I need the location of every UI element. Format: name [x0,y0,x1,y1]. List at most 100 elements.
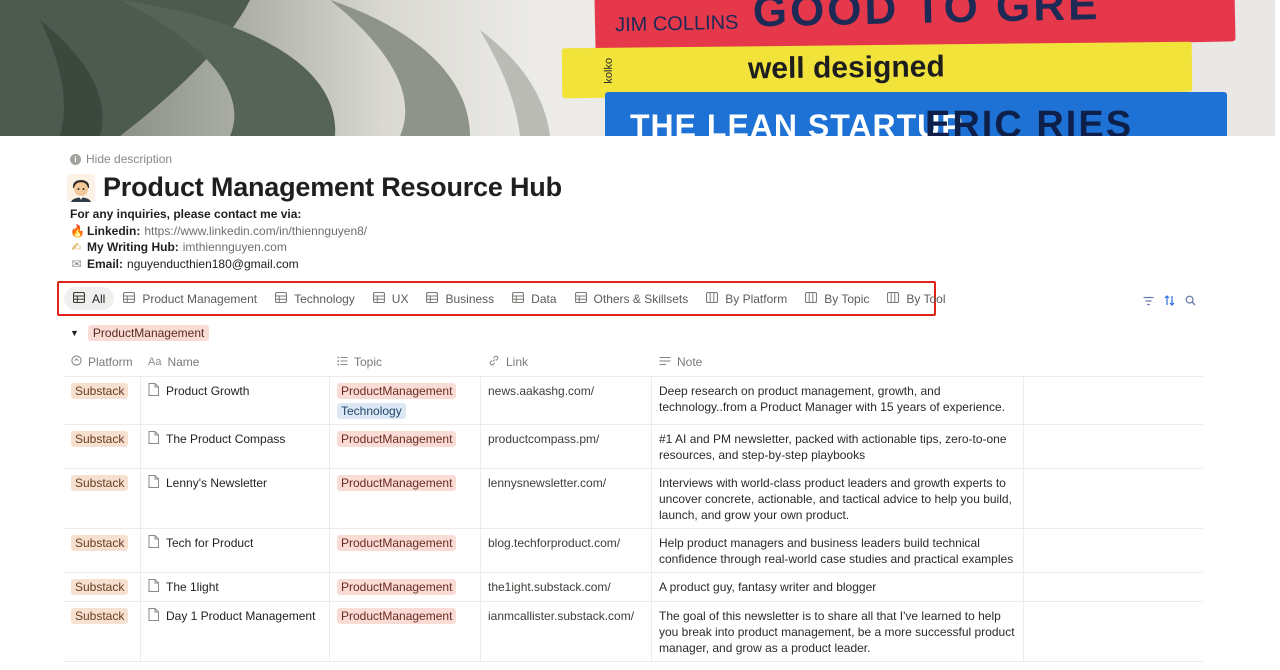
view-tabs: All Product Management Technology UX Bus… [64,287,955,310]
topic-tag: ProductManagement [337,535,457,551]
table-header: Platform Aa Name Topic Link Note [64,348,1203,377]
column-label: Platform [88,355,133,369]
column-topic[interactable]: Topic [330,355,481,369]
writing-hub-link[interactable]: imthiennguyen.com [183,239,287,256]
tab-others-skillsets[interactable]: Others & Skillsets [566,287,698,310]
empty-cell [1024,529,1203,572]
search-icon[interactable] [1185,293,1196,311]
board-icon [887,291,900,306]
hide-description-button[interactable]: i Hide description [70,152,172,166]
row-link[interactable]: blog.techforproduct.com/ [488,536,620,550]
empty-cell [1024,377,1203,424]
table-icon [275,291,288,306]
text-aa-icon: Aa [148,356,162,368]
table-row[interactable]: Substack Lenny's Newsletter ProductManag… [64,469,1203,529]
row-note: The goal of this newsletter is to share … [659,609,1015,655]
tab-business[interactable]: Business [417,287,503,310]
book-lean-startup: THE LEAN STARTUP ERIC RIES [605,92,1227,136]
group-header[interactable]: ▼ ProductManagement [70,325,210,341]
column-label: Note [677,355,703,369]
text-lines-icon [659,355,671,369]
tab-ux[interactable]: UX [364,287,418,310]
row-title[interactable]: Product Growth [148,383,322,400]
row-title[interactable]: Tech for Product [148,535,322,552]
tab-label: Business [445,291,495,306]
row-name: The 1light [166,580,219,594]
column-link[interactable]: Link [481,355,652,369]
column-note[interactable]: Note [652,355,1024,369]
topic-tag: ProductManagement [337,608,457,624]
sort-icon[interactable] [1164,293,1175,311]
row-title[interactable]: The 1light [148,579,322,596]
table-icon [426,291,439,306]
link-chain-icon [488,355,500,369]
board-icon [706,291,719,306]
tab-label: Technology [294,291,355,306]
row-link[interactable]: lennysnewsletter.com/ [488,476,606,490]
page-icon [148,431,159,448]
table-icon [72,291,86,306]
book-well-designed: kolko well designed [561,41,1193,99]
writing-hub-line: ✍ My Writing Hub: imthiennguyen.com [70,239,367,256]
row-name: Lenny's Newsletter [166,476,268,490]
row-name: The Product Compass [166,432,286,446]
table-row[interactable]: Substack Day 1 Product Management Produc… [64,602,1203,662]
row-note: Deep research on product management, gro… [659,384,1005,414]
row-name: Tech for Product [166,536,254,550]
email-value[interactable]: nguyenducthien180@gmail.com [127,256,299,273]
row-note: A product guy, fantasy writer and blogge… [659,580,877,594]
row-note: Help product managers and business leade… [659,536,1014,566]
linkedin-link[interactable]: https://www.linkedin.com/in/thiennguyen8… [144,223,367,240]
row-link[interactable]: ianmcallister.substack.com/ [488,609,634,623]
page-icon [148,383,159,400]
platform-tag: Substack [71,535,129,551]
table-row[interactable]: Substack The 1light ProductManagement th… [64,573,1203,602]
tab-by-tool[interactable]: By Tool [878,287,954,310]
tab-label: Product Management [142,291,258,306]
tab-label: UX [391,291,409,306]
table-icon [372,291,385,306]
writing-hub-label: My Writing Hub: [87,240,179,255]
envelope-icon: ✉ [71,256,82,271]
fire-icon: 🔥 [70,223,85,238]
cover-image: JIM COLLINS GOOD TO GRE kolko well desig… [0,0,1275,136]
tab-by-topic[interactable]: By Topic [796,287,878,310]
info-icon: i [70,153,81,165]
tab-all[interactable]: All [64,287,115,310]
row-name: Product Growth [166,384,250,398]
table-row[interactable]: Substack Product Growth ProductManagemen… [64,377,1203,425]
tab-technology[interactable]: Technology [266,287,364,310]
column-label: Name [167,355,200,369]
tab-data[interactable]: Data [503,287,565,310]
platform-tag: Substack [71,431,129,447]
status-circle-icon [71,355,82,369]
empty-cell [1024,425,1203,468]
linkedin-label: Linkedin: [87,223,141,238]
triangle-down-icon[interactable]: ▼ [70,328,79,338]
row-link[interactable]: the1ight.substack.com/ [488,580,611,594]
tab-label: By Tool [906,291,946,306]
table-icon [123,291,136,306]
tab-by-platform[interactable]: By Platform [697,287,796,310]
view-toolbar [1143,293,1196,311]
empty-cell [1024,573,1203,601]
row-title[interactable]: The Product Compass [148,431,322,448]
column-platform[interactable]: Platform [64,355,141,369]
column-name[interactable]: Aa Name [141,355,330,369]
row-title[interactable]: Lenny's Newsletter [148,475,322,492]
table-row[interactable]: Substack Tech for Product ProductManagem… [64,529,1203,573]
database-table: Platform Aa Name Topic Link Note Substac… [64,348,1203,662]
filter-icon[interactable] [1143,293,1154,311]
column-label: Link [506,355,529,369]
row-link[interactable]: news.aakashg.com/ [488,384,594,398]
table-row[interactable]: Substack The Product Compass ProductMana… [64,425,1203,469]
row-link[interactable]: productcompass.pm/ [488,432,599,446]
board-icon [805,291,818,306]
platform-tag: Substack [71,579,129,595]
linkedin-line: 🔥 Linkedin: https://www.linkedin.com/in/… [70,223,367,240]
platform-tag: Substack [71,383,129,399]
tab-label: By Platform [725,291,788,306]
row-note: #1 AI and PM newsletter, packed with act… [659,432,1007,462]
tab-product-management[interactable]: Product Management [114,287,266,310]
row-title[interactable]: Day 1 Product Management [148,608,322,625]
